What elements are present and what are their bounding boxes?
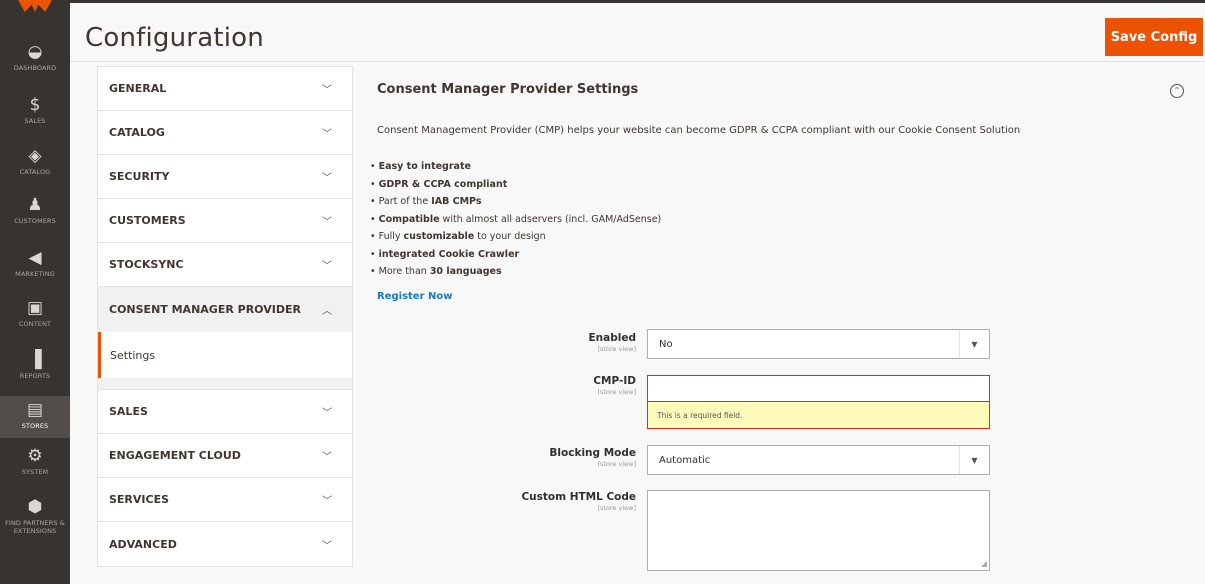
enabled-select[interactable]: No ▼: [647, 329, 990, 359]
section-title[interactable]: Consent Manager Provider Settings: [377, 82, 638, 97]
person-icon: ♟: [27, 195, 43, 215]
list-item: Easy to integrate: [370, 158, 661, 176]
bar-chart-icon: ▐: [28, 350, 42, 370]
chevron-down-icon: ﹀: [322, 173, 332, 184]
nav-dashboard[interactable]: ◒ Dashboard: [0, 42, 70, 82]
dashboard-icon: ◒: [27, 42, 43, 62]
dropdown-arrow-icon: ▼: [959, 330, 989, 358]
list-item: Compatible with almost all adservers (in…: [370, 211, 662, 229]
nav-marketing[interactable]: ◀ Marketing: [0, 248, 70, 288]
tab-group-spacer: [98, 378, 352, 390]
magento-logo-icon[interactable]: [0, 0, 70, 30]
header-divider: [70, 61, 1205, 62]
cube-icon: ◈: [28, 146, 42, 166]
top-border: [70, 0, 1205, 3]
gear-icon: ⚙: [27, 446, 43, 466]
list-item: More than 30 languages: [370, 263, 661, 281]
nav-stores[interactable]: ▤ Stores: [0, 396, 70, 438]
page-title: Configuration: [85, 23, 264, 53]
nav-find-partners[interactable]: ⬢ Find Partners & Extensions: [0, 497, 70, 541]
tab-customers[interactable]: CUSTOMERS ﹀: [98, 199, 352, 243]
chevron-up-icon: ︿: [322, 306, 332, 317]
tab-engagement-cloud[interactable]: ENGAGEMENT CLOUD ﹀: [98, 434, 352, 478]
blocking-mode-label: Blocking Mode [store view]: [549, 447, 636, 468]
tab-advanced[interactable]: ADVANCED ﹀: [98, 522, 352, 566]
box-icon: ⬢: [27, 497, 43, 517]
nav-sales[interactable]: $ Sales: [0, 95, 70, 135]
nav-catalog[interactable]: ◈ Catalog: [0, 146, 70, 186]
chevron-down-icon: ﹀: [322, 540, 332, 552]
list-item: integrated Cookie Crawler: [370, 246, 661, 264]
custom-html-textarea[interactable]: ◢: [647, 490, 990, 571]
cmp-id-label: CMP-ID [store view]: [593, 375, 636, 396]
nav-content[interactable]: ▣ Content: [0, 298, 70, 338]
tab-security[interactable]: SECURITY ﹀: [98, 155, 352, 199]
store-icon: ▤: [26, 400, 44, 420]
nav-customers[interactable]: ♟ Customers: [0, 195, 70, 235]
list-item: Fully customizable to your design: [370, 228, 661, 246]
dropdown-arrow-icon: ▼: [959, 446, 989, 474]
cmp-id-error-message: This is a required field.: [647, 402, 990, 429]
layout-icon: ▣: [26, 298, 44, 318]
section-intro: Consent Management Provider (CMP) helps …: [377, 125, 1021, 136]
register-now-link[interactable]: Register Now: [377, 291, 452, 302]
enabled-label: Enabled [store view]: [588, 332, 637, 353]
config-tabs: GENERAL ﹀ CATALOG ﹀ SECURITY ﹀ CUSTOMERS ﹀ S…: [97, 66, 353, 567]
nav-system[interactable]: ⚙ System: [0, 446, 70, 486]
tab-services[interactable]: SERVICES ﹀: [98, 478, 352, 522]
chevron-down-icon: ﹀: [322, 408, 332, 419]
chevron-down-icon: ﹀: [322, 129, 332, 140]
blocking-mode-select[interactable]: Automatic ▼: [647, 445, 990, 475]
chevron-down-icon: ﹀: [322, 496, 332, 507]
list-item: Part of the IAB CMPs: [370, 193, 661, 211]
collapse-icon[interactable]: ⌃: [1170, 84, 1184, 98]
cmp-id-input[interactable]: [647, 375, 990, 402]
tab-catalog[interactable]: CATALOG ﹀: [98, 111, 352, 155]
tab-general[interactable]: GENERAL ﹀: [98, 67, 352, 111]
megaphone-icon: ◀: [28, 248, 42, 268]
chevron-down-icon: ﹀: [322, 452, 332, 463]
chevron-down-icon: ﹀: [322, 85, 332, 96]
tab-sales[interactable]: SALES ﹀: [98, 390, 352, 434]
resize-grip-icon[interactable]: ◢: [981, 559, 987, 568]
tab-item-settings[interactable]: Settings: [98, 332, 352, 378]
tab-stocksync[interactable]: STOCKSYNC ﹀: [98, 243, 352, 287]
save-config-button[interactable]: Save Config: [1105, 18, 1203, 56]
tab-consent-manager-provider[interactable]: CONSENT MANAGER PROVIDER ︿: [98, 287, 352, 332]
feature-list: Easy to integrate GDPR & CCPA compliant …: [370, 158, 662, 281]
dollar-icon: $: [29, 95, 41, 115]
chevron-down-icon: ﹀: [322, 261, 332, 272]
chevron-down-icon: ﹀: [322, 217, 332, 228]
list-item: GDPR & CCPA compliant: [370, 176, 661, 194]
nav-reports[interactable]: ▐ Reports: [0, 350, 70, 390]
custom-html-label: Custom HTML Code [store view]: [521, 491, 636, 512]
